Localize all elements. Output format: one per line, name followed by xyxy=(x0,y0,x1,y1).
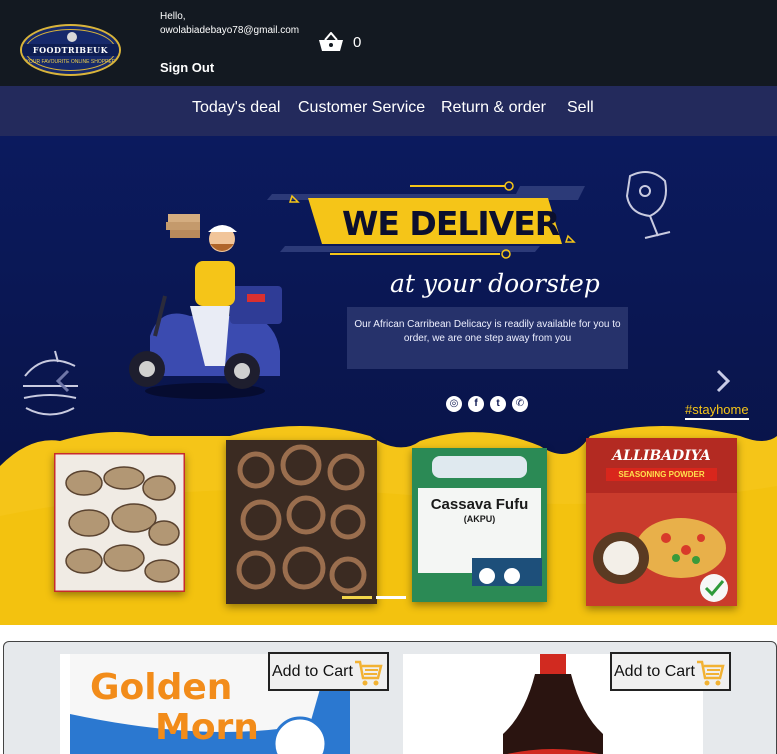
golden-morn-logo-text-2: Morn xyxy=(155,707,259,748)
add-to-cart-button-2[interactable]: Add to Cart xyxy=(610,652,731,691)
add-to-cart-button-1[interactable]: Add to Cart xyxy=(268,652,389,691)
product-image-allibadiya-seasoning[interactable]: ALLIBADIYA SEASONING POWDER xyxy=(586,438,737,606)
shopping-cart-icon xyxy=(355,660,383,686)
logo-tagline: YOUR FAVOURITE ONLINE SHOPPER xyxy=(25,59,116,65)
hero-headline: WE DELIVER xyxy=(342,204,560,243)
user-email: owolabiadebayo78@gmail.com xyxy=(160,25,300,36)
carousel-indicator-1[interactable] xyxy=(342,596,372,599)
nav-item-customer-service[interactable]: Customer Service xyxy=(298,99,425,117)
cassava-fufu-label: Cassava Fufu xyxy=(430,496,529,513)
nav-item-sell[interactable]: Sell xyxy=(567,99,594,117)
whatsapp-icon[interactable]: ✆ xyxy=(512,396,528,412)
basket-icon xyxy=(319,32,343,51)
add-to-cart-label: Add to Cart xyxy=(272,663,353,680)
twitter-icon[interactable]: t xyxy=(490,396,506,412)
seasoning-sublabel: SEASONING POWDER xyxy=(606,468,717,481)
carousel-indicator-2[interactable] xyxy=(376,596,406,599)
sign-out-link[interactable]: Sign Out xyxy=(160,60,214,75)
hero-description: Our African Carribean Delicacy is readil… xyxy=(354,319,621,344)
carousel-prev-button[interactable] xyxy=(54,368,72,394)
social-icons: ◎ f t ✆ xyxy=(446,396,530,414)
seasoning-brand-label: ALLIBADIYA xyxy=(612,448,711,464)
instagram-icon[interactable]: ◎ xyxy=(446,396,462,412)
cart-count: 0 xyxy=(353,34,362,51)
chevron-right-icon xyxy=(716,369,731,393)
logo-emblem-icon xyxy=(67,32,77,42)
nav-item-todays-deal[interactable]: Today's deal xyxy=(192,99,280,117)
hero-subheadline: at your doorstep xyxy=(390,269,600,298)
golden-morn-logo-text: Golden xyxy=(90,667,232,708)
chevron-left-icon xyxy=(55,369,70,393)
dried-fish-illustration xyxy=(54,453,185,592)
facebook-icon[interactable]: f xyxy=(468,396,484,412)
dried-snails-illustration xyxy=(226,440,377,604)
greeting-text: Hello, xyxy=(160,11,186,22)
top-header: FOODTRIBEUK YOUR FAVOURITE ONLINE SHOPPE… xyxy=(0,0,777,86)
main-nav: Today's deal Customer Service Return & o… xyxy=(0,86,777,136)
product-image-dried-snails[interactable] xyxy=(226,440,377,604)
carousel-next-button[interactable] xyxy=(714,368,732,394)
add-to-cart-label: Add to Cart xyxy=(614,663,695,680)
product-image-dried-fish[interactable] xyxy=(54,453,185,592)
product-image-cassava-fufu[interactable]: Cassava Fufu (AKPU) xyxy=(412,448,547,602)
cassava-fufu-pack-illustration xyxy=(412,448,547,602)
logo-brand-text: FOODTRIBEUK xyxy=(22,44,119,56)
cassava-fufu-sublabel: (AKPU) xyxy=(463,514,496,524)
stayhome-hashtag: #stayhome xyxy=(685,402,749,420)
hero-carousel: WE DELIVER at your doorstep Our African … xyxy=(0,136,777,625)
nav-item-return-order[interactable]: Return & order xyxy=(441,99,546,117)
foodtribe-logo[interactable]: FOODTRIBEUK YOUR FAVOURITE ONLINE SHOPPE… xyxy=(20,24,121,76)
cart-button[interactable]: 0 xyxy=(318,30,366,54)
shopping-cart-icon xyxy=(697,660,725,686)
